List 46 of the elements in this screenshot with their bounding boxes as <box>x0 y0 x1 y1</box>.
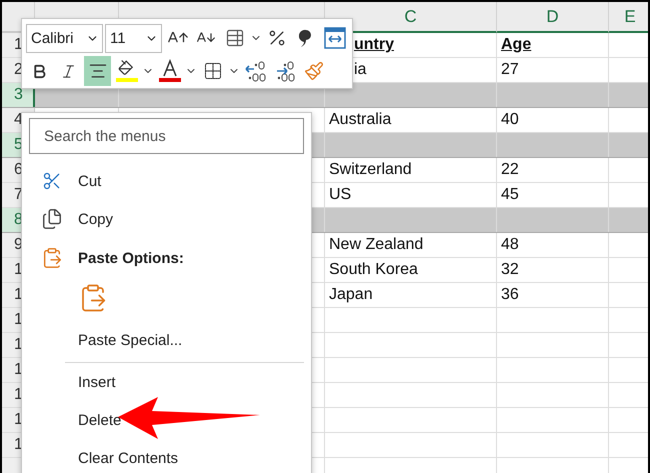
row-number: 3 <box>14 86 23 104</box>
column-header[interactable]: E <box>609 2 648 33</box>
table-cell: 48 <box>501 236 519 254</box>
comma-style-icon <box>299 28 314 48</box>
table-cell: 22 <box>501 161 519 179</box>
row-number: 1 <box>14 261 23 279</box>
row-number: 1 <box>14 36 23 54</box>
italic-icon <box>60 62 77 80</box>
row-number: 1 <box>14 336 23 354</box>
table-cell: 27 <box>501 61 519 79</box>
table-cell: 45 <box>501 186 519 204</box>
percent-icon <box>267 28 288 48</box>
table-cell: ia <box>354 61 366 79</box>
font-name-dropdown[interactable]: Calibri <box>26 24 104 52</box>
decimal-arrow-left-icon <box>244 60 268 82</box>
merge-cells-icon <box>324 27 346 49</box>
search-field[interactable]: Search the menus <box>29 118 304 154</box>
table-cell: 40 <box>501 111 519 129</box>
row-number: 1 <box>14 286 23 304</box>
table-cell: US <box>329 186 352 204</box>
row-number: 1 <box>14 436 23 454</box>
borders-icon <box>202 61 222 81</box>
table-cell: New Zealand <box>329 236 424 254</box>
table-cell: Switzerland <box>329 161 412 179</box>
row-number: 1 <box>14 386 23 404</box>
row-number: 1 <box>14 311 23 329</box>
copy-icon <box>41 208 63 230</box>
table-cell: Australia <box>329 111 392 129</box>
table-cell: 32 <box>501 261 519 279</box>
align-center-button[interactable] <box>84 56 111 86</box>
paintbrush-icon <box>304 61 324 81</box>
menu-section-heading: Paste Options: <box>78 250 184 266</box>
row-number: 4 <box>14 111 23 129</box>
font-size-dropdown[interactable]: 11 <box>105 24 162 52</box>
column-header[interactable]: D <box>497 2 609 33</box>
row-number: 1 <box>14 411 23 429</box>
column-header[interactable]: C <box>325 2 497 33</box>
table-cell: South Korea <box>329 261 418 279</box>
row-number: 1 <box>14 361 23 379</box>
clipboard-icon <box>41 247 63 269</box>
table-cell: Japan <box>329 286 373 304</box>
table-cell: untry <box>354 36 394 54</box>
table-cell: Age <box>501 36 532 54</box>
table-icon <box>224 28 245 48</box>
scissors-icon <box>42 171 62 191</box>
table-cell: 36 <box>501 286 519 304</box>
